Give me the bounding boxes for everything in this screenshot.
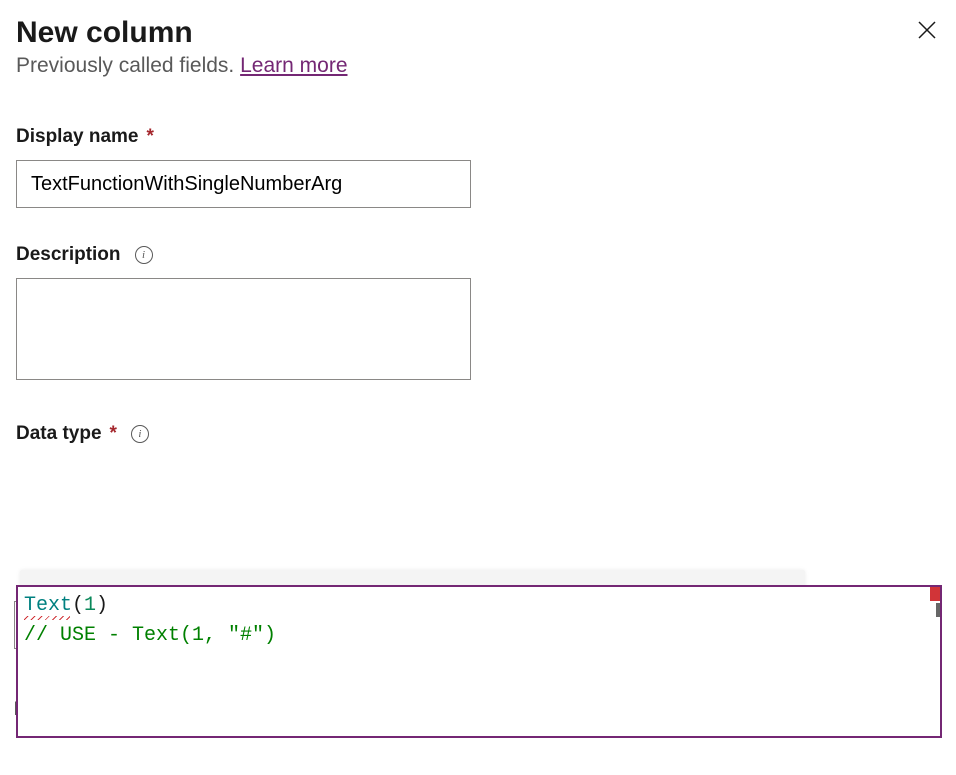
- caret-marker: [936, 603, 940, 617]
- error-gutter-marker[interactable]: [930, 587, 940, 601]
- display-name-label: Display name *: [16, 126, 940, 148]
- data-type-label: Data type * i: [16, 421, 940, 446]
- formula-editor[interactable]: Text(1) // USE - Text(1, "#"): [16, 585, 942, 738]
- display-name-input[interactable]: [16, 160, 471, 208]
- required-icon: *: [110, 423, 117, 445]
- required-icon: *: [147, 126, 154, 148]
- description-label-text: Description: [16, 244, 121, 266]
- panel-subtitle: Previously called fields. Learn more: [16, 54, 940, 78]
- learn-more-link[interactable]: Learn more: [240, 54, 347, 77]
- code-line-2: // USE - Text(1, "#"): [24, 621, 934, 651]
- panel-title: New column: [16, 16, 193, 50]
- code-func-name: Text: [24, 594, 72, 617]
- error-squiggle-icon: [24, 616, 70, 620]
- description-label: Description i: [16, 244, 940, 266]
- code-paren-open: (: [72, 594, 84, 617]
- info-icon[interactable]: i: [131, 425, 149, 443]
- code-line-1: Text(1): [24, 591, 934, 621]
- description-input[interactable]: [16, 278, 471, 380]
- code-number: 1: [84, 594, 96, 617]
- info-icon[interactable]: i: [135, 246, 153, 264]
- data-type-label-text: Data type: [16, 423, 102, 445]
- code-func-text: Text: [24, 594, 72, 617]
- code-paren-close: ): [96, 594, 108, 617]
- close-icon: [918, 21, 936, 39]
- close-button[interactable]: [914, 16, 940, 48]
- display-name-label-text: Display name: [16, 126, 139, 148]
- subtitle-text: Previously called fields.: [16, 54, 240, 77]
